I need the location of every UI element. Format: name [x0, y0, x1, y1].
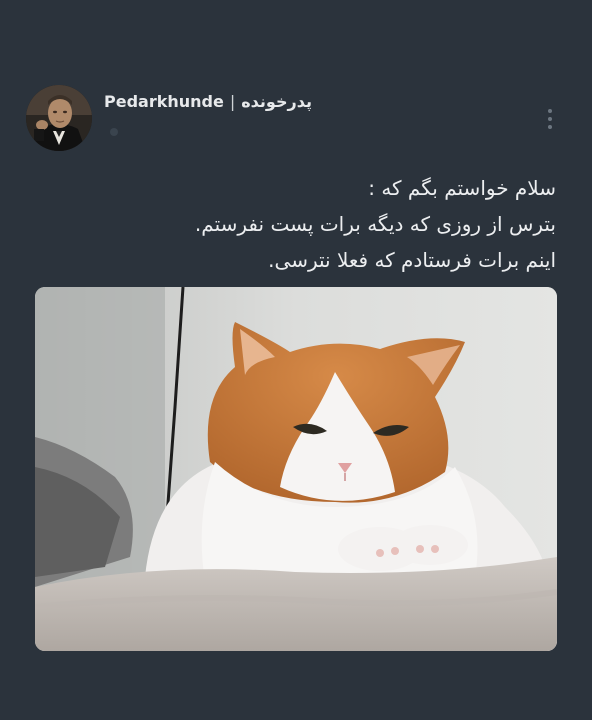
- post-image[interactable]: [35, 287, 557, 651]
- post-author[interactable]: Pedarkhunde | پدرخونده: [104, 92, 312, 111]
- post-text-line-1: سلام خواستم بگم که :: [368, 176, 556, 200]
- name-separator: |: [229, 92, 236, 111]
- more-vertical-icon[interactable]: [540, 104, 560, 134]
- verified-dot-icon: [110, 128, 118, 136]
- avatar-portrait: [26, 85, 92, 151]
- post-text-line-2: بترس از روزی که دیگه برات پست نفرستم.: [194, 212, 556, 236]
- post-card: Pedarkhunde | پدرخونده سلام خواستم بگم ک…: [0, 0, 592, 720]
- more-dot: [548, 117, 552, 121]
- post-text: سلام خواستم بگم که : بترس از روزی که دیگ…: [56, 170, 556, 278]
- display-name[interactable]: Pedarkhunde: [104, 92, 224, 111]
- avatar[interactable]: [26, 85, 92, 151]
- more-dot: [548, 109, 552, 113]
- persian-name[interactable]: پدرخونده: [241, 92, 312, 111]
- cat-photo: [35, 287, 557, 651]
- more-dot: [548, 125, 552, 129]
- post-text-line-3: اینم برات فرستادم که فعلا نترسی.: [268, 248, 556, 272]
